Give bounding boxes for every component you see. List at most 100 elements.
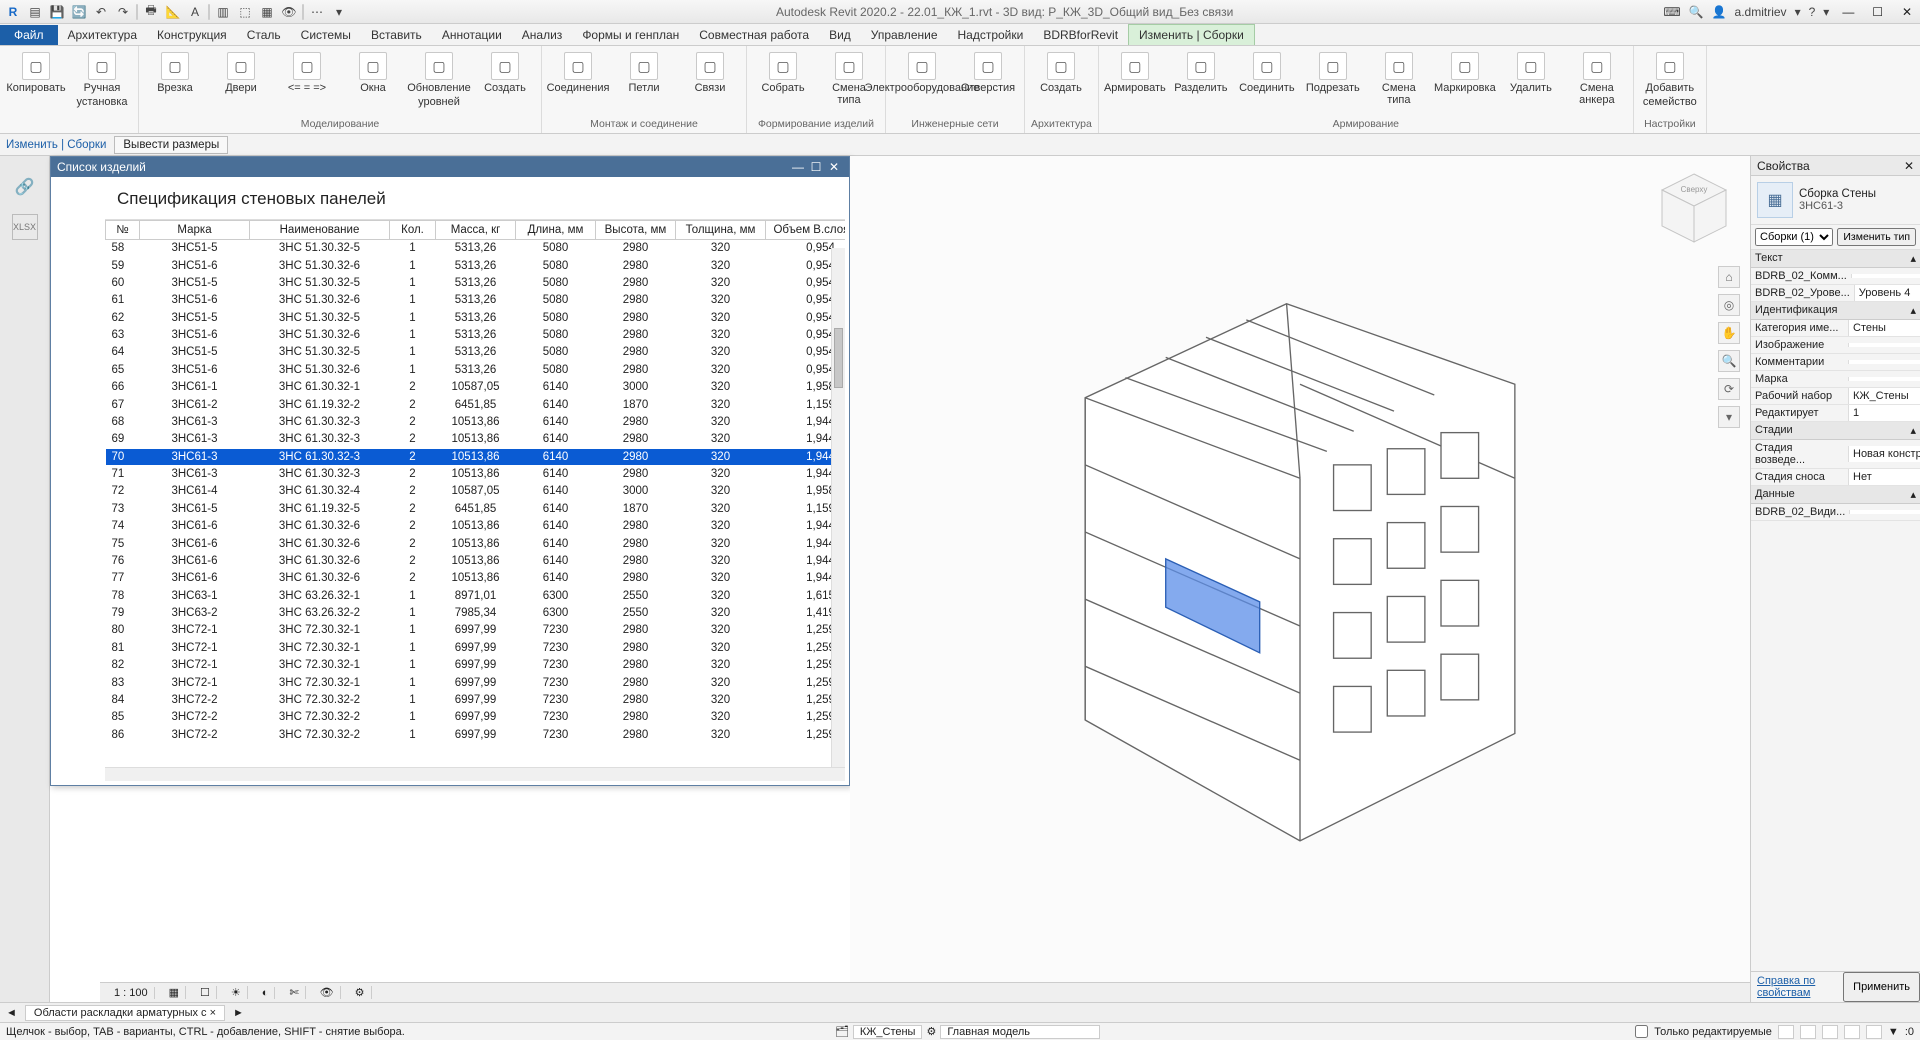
table-row[interactable]: 813НС72-13НС 72.30.32-116997,99723029803… [106, 639, 846, 656]
ribbon-tool[interactable]: ▢Отверстия [958, 50, 1018, 116]
column-header[interactable]: Масса, кг [436, 221, 516, 240]
table-row[interactable]: 833НС72-13НС 72.30.32-116997,99723029803… [106, 674, 846, 691]
table-row[interactable]: 713НС61-33НС 61.30.32-3210513,8661402980… [106, 465, 846, 482]
ribbon-tab[interactable]: Вставить [361, 25, 432, 45]
design-options-icon[interactable]: ⚙ [926, 1025, 936, 1038]
sun-path-icon[interactable]: ☀ [225, 986, 248, 999]
column-header[interactable]: Длина, мм [516, 221, 596, 240]
maximize-button[interactable]: ☐ [1865, 2, 1891, 22]
nav-pan-icon[interactable]: ✋ [1718, 322, 1740, 344]
ribbon-tool[interactable]: ▢Двери [211, 50, 271, 116]
table-row[interactable]: 653НС51-63НС 51.30.32-615313,26508029803… [106, 361, 846, 378]
ribbon-tool[interactable]: ▢Врезка [145, 50, 205, 116]
table-row[interactable]: 643НС51-53НС 51.30.32-515313,26508029803… [106, 344, 846, 361]
qat-undo-icon[interactable]: ↶ [92, 3, 110, 21]
ribbon-tool[interactable]: ▢Смена анкера [1567, 50, 1627, 116]
ribbon-tool[interactable]: ▢Соединения [548, 50, 608, 116]
property-row[interactable]: Рабочий наборКЖ_Стены [1751, 388, 1920, 405]
table-row[interactable]: 703НС61-33НС 61.30.32-3210513,8661402980… [106, 448, 846, 465]
qat-section-icon[interactable]: ▥ [214, 3, 232, 21]
column-header[interactable]: Наименование [250, 221, 390, 240]
ribbon-tab[interactable]: Конструкция [147, 25, 237, 45]
only-editable-checkbox[interactable] [1635, 1025, 1648, 1038]
close-button[interactable]: ✕ [1894, 2, 1920, 22]
ribbon-tab[interactable]: Анализ [512, 25, 573, 45]
nav-more-icon[interactable]: ▾ [1718, 406, 1740, 428]
property-row[interactable]: Стадия сносаНет [1751, 469, 1920, 486]
ribbon-tool[interactable]: ▢Смена типа [1369, 50, 1429, 116]
ribbon-tool[interactable]: ▢Удалить [1501, 50, 1561, 116]
instance-filter-select[interactable]: Сборки (1) [1755, 228, 1833, 246]
ribbon-tool[interactable]: ▢Создать [475, 50, 535, 116]
ribbon-tool[interactable]: ▢Окна [343, 50, 403, 116]
qat-save-icon[interactable]: 💾 [48, 3, 66, 21]
column-header[interactable]: № [106, 221, 140, 240]
qat-3d-icon[interactable]: ⬚ [236, 3, 254, 21]
qat-redo-icon[interactable]: ↷ [114, 3, 132, 21]
filter-icon[interactable]: ▼ [1888, 1026, 1899, 1038]
property-row[interactable]: BDRB_02_Комм... [1751, 268, 1920, 285]
edit-type-button[interactable]: Изменить тип [1837, 228, 1916, 246]
property-row[interactable]: Редактирует1 [1751, 405, 1920, 422]
user-icon[interactable]: 👤 [1712, 5, 1727, 19]
column-header[interactable]: Марка [140, 221, 250, 240]
app-icon[interactable]: R [4, 3, 22, 21]
ribbon-tab[interactable]: Управление [861, 25, 948, 45]
reveal-icon[interactable]: ⚙ [349, 986, 372, 999]
property-value[interactable]: 1 [1848, 405, 1920, 421]
ribbon-tab[interactable]: Совместная работа [689, 25, 819, 45]
viewport[interactable]: Список изделий — ☐ ✕ Спецификация стенов… [50, 156, 1750, 1002]
xlsx-tool-icon[interactable]: XLSX [12, 214, 38, 240]
schedule-table[interactable]: №МаркаНаименованиеКол.Масса, кгДлина, мм… [105, 220, 845, 744]
property-row[interactable]: Стадия возведе...Новая конструк... [1751, 440, 1920, 469]
model-select[interactable]: Главная модель [940, 1025, 1100, 1039]
ribbon-tool[interactable]: ▢Обновлениеуровней [409, 50, 469, 116]
scrollbar-thumb[interactable] [834, 328, 843, 388]
column-header[interactable]: Объем В.слоя, м³ [766, 221, 846, 240]
ribbon-tool[interactable]: ▢Соединить [1237, 50, 1297, 116]
column-header[interactable]: Толщина, мм [676, 221, 766, 240]
table-row[interactable]: 623НС51-53НС 51.30.32-515313,26508029803… [106, 309, 846, 326]
workset-icon[interactable]: 🗂 [835, 1025, 849, 1038]
table-row[interactable]: 803НС72-13НС 72.30.32-116997,99723029803… [106, 622, 846, 639]
qat-dropdown-icon[interactable]: ▾ [330, 3, 348, 21]
property-row[interactable]: Комментарии [1751, 354, 1920, 371]
ribbon-tool[interactable]: ▢Создать [1031, 50, 1091, 116]
property-value[interactable] [1849, 510, 1920, 514]
scale-control[interactable]: 1 : 100 [108, 987, 155, 999]
property-value[interactable]: Уровень 4 [1854, 285, 1920, 301]
ribbon-tool[interactable]: ▢Копировать [6, 50, 66, 128]
properties-close-icon[interactable]: ✕ [1904, 159, 1914, 173]
user-drop-icon[interactable]: ▾ [1795, 5, 1801, 19]
select-links-icon[interactable] [1778, 1025, 1794, 1039]
table-row[interactable]: 863НС72-23НС 72.30.32-216997,99723029803… [106, 726, 846, 743]
panel-close-icon[interactable]: ✕ [825, 160, 843, 174]
type-selector[interactable]: ▦ Сборка Стены 3НС61-3 [1751, 176, 1920, 225]
table-row[interactable]: 693НС61-33НС 61.30.32-3210513,8661402980… [106, 431, 846, 448]
ribbon-tab[interactable]: Сталь [237, 25, 291, 45]
link-tool-icon[interactable]: 🔗 [12, 174, 38, 200]
property-row[interactable]: BDRB_02_Види... [1751, 504, 1920, 521]
tab-nav-prev-icon[interactable]: ◄ [6, 1007, 17, 1019]
nav-wheel-icon[interactable]: ◎ [1718, 294, 1740, 316]
nav-orbit-icon[interactable]: ⟳ [1718, 378, 1740, 400]
ribbon-tool[interactable]: ▢Связи [680, 50, 740, 116]
property-row[interactable]: Категория име...Стены [1751, 320, 1920, 337]
help-drop-icon[interactable]: ▾ [1823, 5, 1829, 19]
qat-sync-icon[interactable]: 🔄 [70, 3, 88, 21]
property-value[interactable] [1851, 274, 1920, 278]
view-tab[interactable]: Области раскладки арматурных с × [25, 1005, 225, 1021]
property-value[interactable]: КЖ_Стены [1848, 388, 1920, 404]
detail-level-icon[interactable]: ▦ [163, 986, 186, 999]
qat-print-icon[interactable]: 🖶 [142, 3, 160, 21]
ribbon-tool[interactable]: ▢Петли [614, 50, 674, 116]
qat-open-icon[interactable]: ▤ [26, 3, 44, 21]
column-header[interactable]: Кол. [390, 221, 436, 240]
table-row[interactable]: 743НС61-63НС 61.30.32-6210513,8661402980… [106, 518, 846, 535]
qat-measure-icon[interactable]: 📐 [164, 3, 182, 21]
tab-nav-next-icon[interactable]: ► [233, 1007, 244, 1019]
table-row[interactable]: 613НС51-63НС 51.30.32-615313,26508029803… [106, 292, 846, 309]
select-pinned-icon[interactable] [1822, 1025, 1838, 1039]
ribbon-tool[interactable]: ▢Армировать [1105, 50, 1165, 116]
table-row[interactable]: 753НС61-63НС 61.30.32-6210513,8661402980… [106, 535, 846, 552]
